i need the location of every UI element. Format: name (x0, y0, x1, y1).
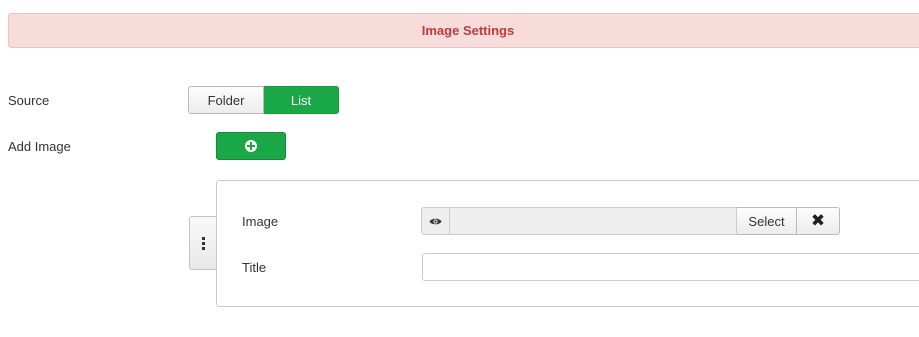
drag-dots-icon (201, 236, 205, 250)
section-title: Image Settings (421, 23, 515, 38)
add-image-label: Add Image (8, 139, 71, 154)
image-media-field: Select ✖ (421, 207, 840, 235)
plus-circle-icon (245, 140, 257, 152)
title-field-label: Title (242, 260, 267, 275)
source-label: Source (8, 93, 50, 108)
clear-image-button[interactable]: ✖ (797, 207, 840, 235)
add-image-button[interactable] (216, 132, 286, 160)
image-field-label: Image (242, 214, 279, 229)
title-input[interactable] (422, 253, 919, 281)
select-image-button[interactable]: Select (737, 207, 797, 235)
image-path-input[interactable] (450, 207, 737, 235)
source-toggle: Folder List (188, 86, 339, 114)
source-list-button[interactable]: List (264, 86, 339, 114)
source-folder-button[interactable]: Folder (188, 86, 264, 114)
preview-eye-button[interactable] (421, 207, 450, 235)
eye-icon (429, 218, 442, 224)
image-item-panel (216, 180, 919, 307)
image-settings-page: Image Settings Source Folder List Add Im… (0, 0, 919, 337)
drag-handle[interactable] (189, 216, 216, 270)
close-icon: ✖ (810, 211, 826, 231)
section-header: Image Settings (8, 13, 919, 48)
